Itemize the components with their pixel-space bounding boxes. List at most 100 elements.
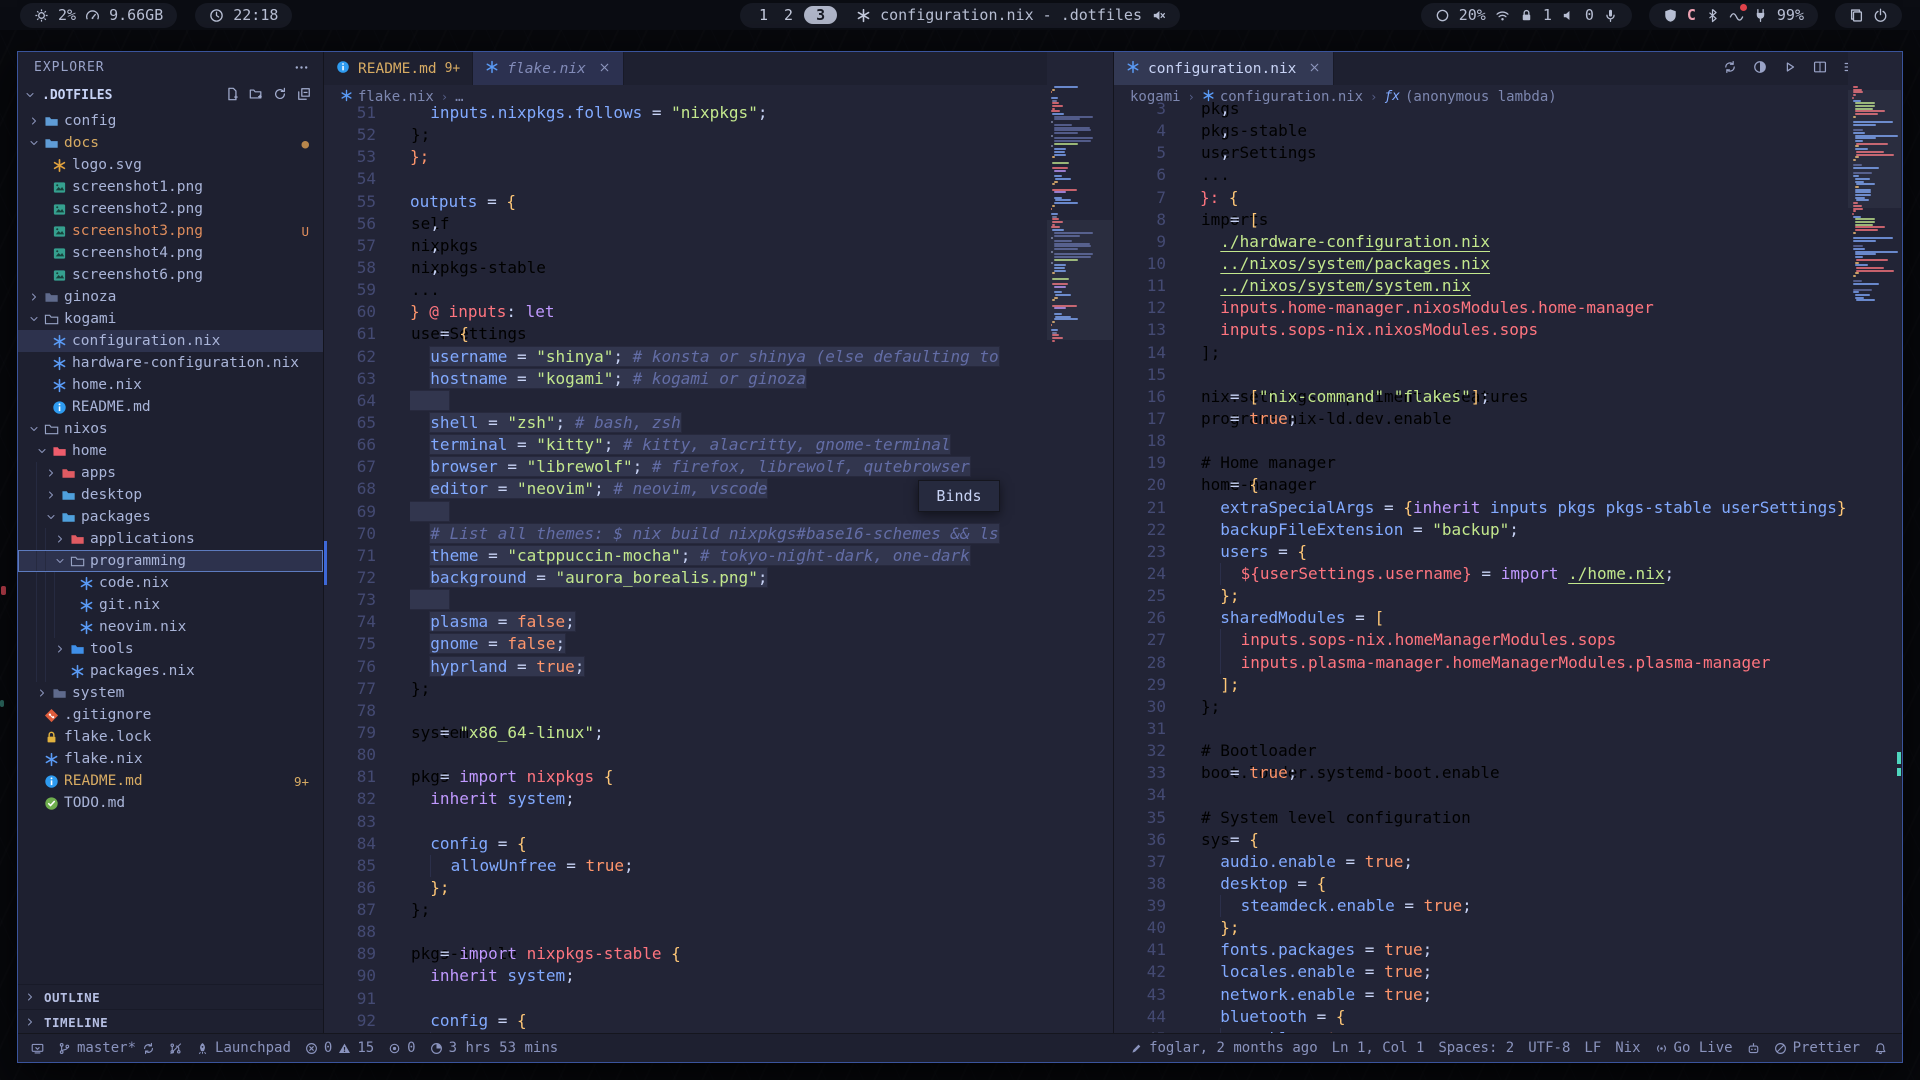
workspace-1[interactable]: 1 xyxy=(754,6,773,24)
code-line-78[interactable]: 78 xyxy=(324,700,1113,722)
new-file-icon[interactable] xyxy=(225,87,239,103)
outline-section[interactable]: OUTLINE xyxy=(18,984,323,1009)
code-line-42[interactable]: 42locales.enable = true; xyxy=(1114,961,1901,983)
workspace-switcher[interactable]: 123 xyxy=(754,6,843,24)
refresh-explorer-icon[interactable] xyxy=(273,87,287,103)
tree-item-screenshot4-png[interactable]: screenshot4.png xyxy=(18,242,323,264)
code-line-28[interactable]: 28inputs.plasma-manager.homeManagerModul… xyxy=(1114,652,1901,674)
status-notifications[interactable] xyxy=(1867,1034,1894,1062)
status-launchpad[interactable]: Launchpad xyxy=(189,1034,298,1062)
close-icon[interactable] xyxy=(598,61,611,76)
code-line-31[interactable]: 31 xyxy=(1114,718,1901,740)
code-line-27[interactable]: 27inputs.sops-nix.homeManagerModules.sop… xyxy=(1114,629,1901,651)
open-changes-icon[interactable] xyxy=(1753,60,1767,76)
code-line-12[interactable]: 12inputs.home-manager.nixosModules.home-… xyxy=(1114,297,1901,319)
tree-item--gitignore[interactable]: .gitignore xyxy=(18,704,323,726)
tree-item-kogami[interactable]: kogami xyxy=(18,308,323,330)
code-line-54[interactable]: 54 xyxy=(324,168,1113,190)
speaker-muted-icon[interactable] xyxy=(1151,8,1166,23)
status-git-blame[interactable]: foglar, 2 months ago xyxy=(1123,1034,1325,1062)
workspace-root-row[interactable]: .DOTFILES xyxy=(18,82,323,108)
tree-item-hardware-configuration-nix[interactable]: hardware-configuration.nix xyxy=(18,352,323,374)
tree-item-packages-nix[interactable]: packages.nix xyxy=(18,660,323,682)
code-line-56[interactable]: 56self, xyxy=(324,213,1113,235)
code-line-43[interactable]: 43network.enable = true; xyxy=(1114,984,1901,1006)
shield-icon[interactable] xyxy=(1663,8,1678,23)
code-line-8[interactable]: 8imports = [ xyxy=(1114,209,1901,231)
bluetooth-icon[interactable] xyxy=(1705,8,1720,23)
code-line-24[interactable]: 24${userSettings.username} = import ./ho… xyxy=(1114,563,1901,585)
code-editor-configuration-nix[interactable]: 3pkgs,4pkgs-stable,5userSettings,6...7}:… xyxy=(1114,98,1901,1034)
brightness-icon[interactable] xyxy=(1435,8,1450,23)
code-line-33[interactable]: 33boot.loader.systemd-boot.enable = true… xyxy=(1114,762,1901,784)
collapse-folders-icon[interactable] xyxy=(297,87,311,103)
code-line-75[interactable]: 75gnome = false; xyxy=(324,633,1113,655)
run-icon[interactable] xyxy=(1783,60,1797,76)
status-language-mode[interactable]: Nix xyxy=(1608,1034,1647,1062)
code-line-18[interactable]: 18 xyxy=(1114,430,1901,452)
code-line-52[interactable]: 52}; xyxy=(324,124,1113,146)
tree-item-flake-lock[interactable]: flake.lock xyxy=(18,726,323,748)
code-line-86[interactable]: 86}; xyxy=(324,877,1113,899)
status-go-live[interactable]: Go Live xyxy=(1648,1034,1740,1062)
status-copilot[interactable] xyxy=(1740,1034,1767,1062)
code-line-40[interactable]: 40}; xyxy=(1114,917,1901,939)
tree-item-git-nix[interactable]: git.nix xyxy=(18,594,323,616)
tree-item-ginoza[interactable]: ginoza xyxy=(18,286,323,308)
split-editor-icon[interactable] xyxy=(1813,60,1827,76)
new-folder-icon[interactable] xyxy=(249,87,263,103)
code-line-20[interactable]: 20home-manager = { xyxy=(1114,474,1901,496)
tree-item-tools[interactable]: tools xyxy=(18,638,323,660)
code-line-91[interactable]: 91 xyxy=(324,988,1113,1010)
code-line-51[interactable]: 51inputs.nixpkgs.follows = "nixpkgs"; xyxy=(324,102,1113,124)
code-line-87[interactable]: 87}; xyxy=(324,899,1113,921)
code-line-5[interactable]: 5userSettings, xyxy=(1114,142,1901,164)
microphone-icon[interactable] xyxy=(1603,8,1618,23)
minimap-left[interactable] xyxy=(1047,52,1113,1034)
code-line-39[interactable]: 39steamdeck.enable = true; xyxy=(1114,895,1901,917)
code-line-62[interactable]: 62username = "shinya"; # konsta or shiny… xyxy=(324,346,1113,368)
tree-item-system[interactable]: system xyxy=(18,682,323,704)
sync-icon[interactable] xyxy=(1723,60,1737,76)
tree-item-home-nix[interactable]: home.nix xyxy=(18,374,323,396)
status-prettier[interactable]: Prettier xyxy=(1767,1034,1867,1062)
code-line-36[interactable]: 36sys = { xyxy=(1114,829,1901,851)
code-line-17[interactable]: 17programs.nix-ld.dev.enable = true; xyxy=(1114,408,1901,430)
code-line-53[interactable]: 53}; xyxy=(324,146,1113,168)
code-line-64[interactable]: 64 xyxy=(324,390,1113,412)
close-icon[interactable] xyxy=(1308,61,1321,76)
power-icon[interactable] xyxy=(1873,8,1888,23)
keyboard-lock-icon[interactable] xyxy=(1519,8,1534,23)
code-line-34[interactable]: 34 xyxy=(1114,784,1901,806)
code-line-59[interactable]: 59... xyxy=(324,279,1113,301)
code-line-3[interactable]: 3pkgs, xyxy=(1114,98,1901,120)
tree-item-nixos[interactable]: nixos xyxy=(18,418,323,440)
tab-flake-nix[interactable]: flake.nix xyxy=(473,52,624,85)
status-encoding[interactable]: UTF-8 xyxy=(1521,1034,1577,1062)
code-line-11[interactable]: 11../nixos/system/system.nix xyxy=(1114,275,1901,297)
tree-item-apps[interactable]: apps xyxy=(18,462,323,484)
code-line-61[interactable]: 61userSettings = { xyxy=(324,323,1113,345)
code-line-83[interactable]: 83 xyxy=(324,811,1113,833)
code-line-72[interactable]: 72background = "aurora_borealis.png"; xyxy=(324,567,1113,589)
code-line-25[interactable]: 25}; xyxy=(1114,585,1901,607)
tree-item-todo-md[interactable]: TODO.md xyxy=(18,792,323,814)
status-remote-indicator[interactable] xyxy=(24,1034,51,1062)
code-line-35[interactable]: 35# System level configuration xyxy=(1114,807,1901,829)
code-line-81[interactable]: 81pkgs = import nixpkgs { xyxy=(324,766,1113,788)
code-line-80[interactable]: 80 xyxy=(324,744,1113,766)
code-line-16[interactable]: 16nix.settings.experimental-features = [… xyxy=(1114,386,1901,408)
tree-item-readme-md[interactable]: README.md xyxy=(18,396,323,418)
code-line-26[interactable]: 26sharedModules = [ xyxy=(1114,607,1901,629)
minimap-right[interactable] xyxy=(1848,52,1901,1034)
indicator-c-icon[interactable]: C xyxy=(1687,6,1696,24)
code-line-66[interactable]: 66terminal = "kitty"; # kitty, alacritty… xyxy=(324,434,1113,456)
code-line-84[interactable]: 84config = { xyxy=(324,833,1113,855)
code-line-77[interactable]: 77}; xyxy=(324,678,1113,700)
status-indentation[interactable]: Spaces: 2 xyxy=(1431,1034,1521,1062)
code-line-10[interactable]: 10../nixos/system/packages.nix xyxy=(1114,253,1901,275)
code-line-71[interactable]: 71theme = "catppuccin-mocha"; # tokyo-ni… xyxy=(324,545,1113,567)
code-line-38[interactable]: 38desktop = { xyxy=(1114,873,1901,895)
tree-item-applications[interactable]: applications xyxy=(18,528,323,550)
code-line-79[interactable]: 79system = "x86_64-linux"; xyxy=(324,722,1113,744)
